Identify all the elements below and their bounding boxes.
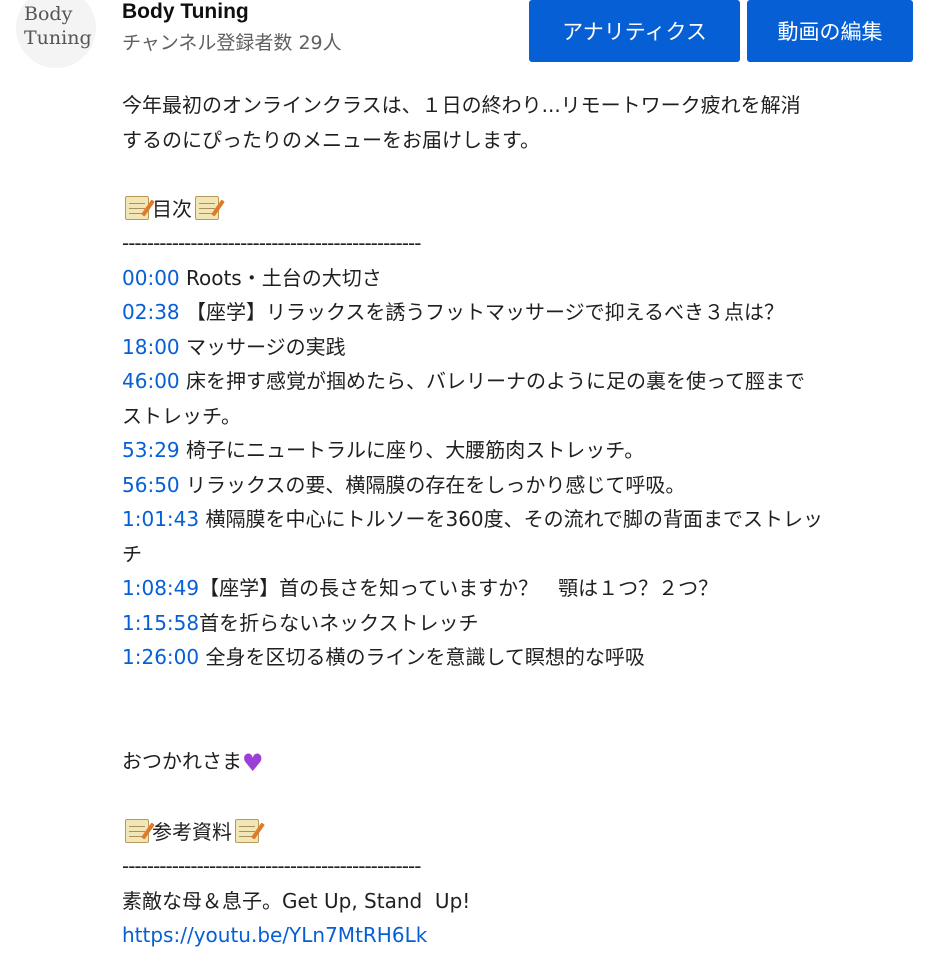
chapter-timestamp-link[interactable]: 56:50 <box>122 473 180 497</box>
chapter-timestamp-link[interactable]: 1:08:49 <box>122 576 199 600</box>
reference-title: 素敵な母＆息子。Get Up, Stand Up! <box>122 888 471 913</box>
chapter-timestamp-link[interactable]: 1:15:58 <box>122 611 199 635</box>
closing-text: おつかれさま <box>122 748 242 773</box>
chapter-timestamp-link[interactable]: 46:00 <box>122 369 180 393</box>
chapter-timestamp-link[interactable]: 02:38 <box>122 300 180 324</box>
chapter-item: 56:50 リラックスの要、横隔膜の存在をしっかり感じて呼吸。 <box>122 468 922 503</box>
chapter-timestamp-link[interactable]: 00:00 <box>122 266 180 290</box>
intro-line-1: 今年最初のオンラインクラスは、１日の終わり...リモートワーク疲れを解消 <box>122 93 801 117</box>
chapter-item: 46:00 床を押す感覚が掴めたら、バレリーナのように足の裏を使って脛まで スト… <box>122 364 922 433</box>
closing-line: おつかれさま♥ <box>122 744 922 781</box>
divider: ----------------------------------------… <box>122 854 421 878</box>
channel-logo: Body Tuning. <box>24 3 96 49</box>
memo-icon <box>125 195 149 220</box>
chapter-title: 【座学】首の長さを知っていますか？ 顎は１つ？２つ？ <box>199 576 719 600</box>
reference-link-line: https://youtu.be/YLn7MtRH6Lk <box>122 918 922 953</box>
memo-icon <box>195 195 219 220</box>
chapter-item: 18:00 マッサージの実践 <box>122 330 922 365</box>
channel-name[interactable]: Body Tuning <box>122 0 249 24</box>
references-heading: 参考資料 <box>122 815 922 850</box>
analytics-button[interactable]: アナリティクス <box>529 0 740 62</box>
references-heading-label: 参考資料 <box>152 819 232 844</box>
chapter-title: 【座学】リラックスを誘うフットマッサージで抑えるべき３点は？ <box>179 300 784 324</box>
chapter-title: 横隔膜を中心にトルソーを360度、その流れで脚の背面までストレッ チ <box>122 507 824 566</box>
chapter-item: 02:38 【座学】リラックスを誘うフットマッサージで抑えるべき３点は？ <box>122 295 922 330</box>
toc-heading: 目次 <box>122 192 922 227</box>
reference-link[interactable]: https://youtu.be/YLn7MtRH6Lk <box>122 923 427 947</box>
chapter-title: 椅子にニュートラルに座り、大腰筋肉ストレッチ。 <box>179 438 645 462</box>
channel-header: Body Tuning. Body Tuning チャンネル登録者数 29人 ア… <box>0 0 949 70</box>
chapter-title: 床を押す感覚が掴めたら、バレリーナのように足の裏を使って脛まで ストレッチ。 <box>122 369 805 428</box>
chapter-item: 1:26:00 全身を区切る横のラインを意識して瞑想的な呼吸 <box>122 640 922 675</box>
intro-line-2: するのにぴったりのメニューをお届けします。 <box>122 127 540 152</box>
toc-heading-label: 目次 <box>152 196 192 221</box>
channel-avatar[interactable]: Body Tuning. <box>16 0 96 68</box>
chapter-timestamp-link[interactable]: 1:01:43 <box>122 507 199 531</box>
chapter-timestamp-link[interactable]: 1:26:00 <box>122 645 199 669</box>
chapter-title: 首を折らないネックストレッチ <box>199 610 479 635</box>
purple-heart-icon: ♥ <box>242 748 264 777</box>
chapter-item: 1:15:58首を折らないネックストレッチ <box>122 606 922 641</box>
chapter-title: リラックスの要、横隔膜の存在をしっかり感じて呼吸。 <box>179 472 686 497</box>
chapter-item: 53:29 椅子にニュートラルに座り、大腰筋肉ストレッチ。 <box>122 433 922 468</box>
memo-icon <box>125 818 149 843</box>
chapter-timestamp-link[interactable]: 53:29 <box>122 438 180 462</box>
chapter-item: 1:01:43 横隔膜を中心にトルソーを360度、その流れで脚の背面までストレッ… <box>122 502 922 571</box>
chapter-item: 1:08:49【座学】首の長さを知っていますか？ 顎は１つ？２つ？ <box>122 571 922 606</box>
chapter-list: 00:00 Roots・土台の大切さ 02:38 【座学】リラックスを誘うフットマ… <box>122 261 922 675</box>
video-description: 今年最初のオンラインクラスは、１日の終わり...リモートワーク疲れを解消 するの… <box>122 88 922 953</box>
chapter-title: マッサージの実践 <box>179 334 346 359</box>
subscriber-count: チャンネル登録者数 29人 <box>122 32 342 54</box>
chapter-item: 00:00 Roots・土台の大切さ <box>122 261 922 296</box>
chapter-title: Roots・土台の大切さ <box>179 265 382 290</box>
chapter-timestamp-link[interactable]: 18:00 <box>122 335 180 359</box>
divider: ----------------------------------------… <box>122 231 421 255</box>
edit-video-button[interactable]: 動画の編集 <box>747 0 913 62</box>
memo-icon <box>235 818 259 843</box>
chapter-title: 全身を区切る横のラインを意識して瞑想的な呼吸 <box>199 645 645 669</box>
